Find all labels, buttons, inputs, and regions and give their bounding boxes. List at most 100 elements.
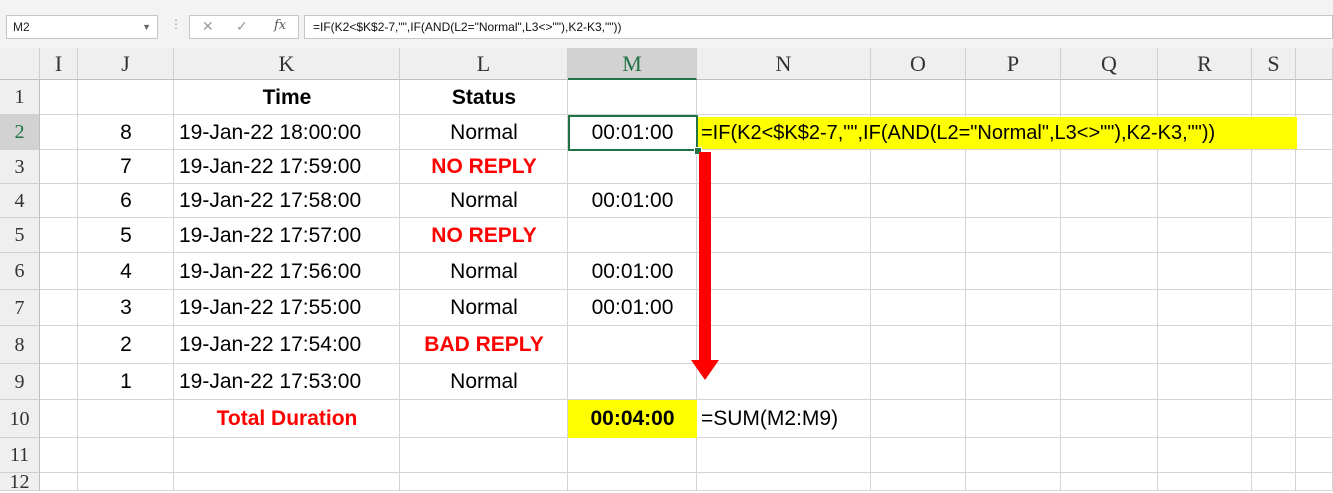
time-cell[interactable]: 19-Jan-22 17:57:00 xyxy=(174,218,400,253)
time-cell[interactable]: 19-Jan-22 17:54:00 xyxy=(174,326,400,364)
cell-o5[interactable] xyxy=(871,218,966,253)
column-header-r[interactable]: R xyxy=(1158,48,1252,80)
cell-r4[interactable] xyxy=(1158,184,1252,218)
column-header-q[interactable]: Q xyxy=(1061,48,1158,80)
cell-s8[interactable] xyxy=(1252,326,1296,364)
insert-function-icon[interactable]: fx xyxy=(274,18,286,33)
column-header-m[interactable]: M xyxy=(568,48,697,80)
cell-p4[interactable] xyxy=(966,184,1061,218)
cell-q8[interactable] xyxy=(1061,326,1158,364)
cell-p12[interactable] xyxy=(966,473,1061,491)
cell-o10[interactable] xyxy=(871,400,966,438)
row-header-6[interactable]: 6 xyxy=(0,253,40,290)
cell-r8[interactable] xyxy=(1158,326,1252,364)
row-header-10[interactable]: 10 xyxy=(0,400,40,438)
index-cell[interactable]: 4 xyxy=(78,253,174,290)
index-cell[interactable]: 5 xyxy=(78,218,174,253)
select-all-corner[interactable] xyxy=(0,48,40,80)
time-cell[interactable]: 19-Jan-22 17:55:00 xyxy=(174,290,400,326)
cell-n3[interactable] xyxy=(697,150,871,184)
cell-i3[interactable] xyxy=(40,150,78,184)
cell-r10[interactable] xyxy=(1158,400,1252,438)
duration-cell[interactable]: 00:01:00 xyxy=(568,253,697,290)
row-header-11[interactable]: 11 xyxy=(0,438,40,473)
row-header-1[interactable]: 1 xyxy=(0,80,40,115)
cell-s5[interactable] xyxy=(1252,218,1296,253)
cell-i10[interactable] xyxy=(40,400,78,438)
column-header-s[interactable]: S xyxy=(1252,48,1296,80)
cell-o8[interactable] xyxy=(871,326,966,364)
cell-o12[interactable] xyxy=(871,473,966,491)
status-header[interactable]: Status xyxy=(400,80,568,115)
cell-s11[interactable] xyxy=(1252,438,1296,473)
cell-r12[interactable] xyxy=(1158,473,1252,491)
cell-q9[interactable] xyxy=(1061,364,1158,400)
column-header-i[interactable]: I xyxy=(40,48,78,80)
index-cell[interactable]: 6 xyxy=(78,184,174,218)
row-header-2[interactable]: 2 xyxy=(0,115,40,150)
formula-input[interactable]: =IF(K2<$K$2-7,"",IF(AND(L2="Normal",L3<>… xyxy=(304,15,1333,39)
cell-s1[interactable] xyxy=(1252,80,1296,115)
cancel-icon[interactable]: ✕ xyxy=(202,18,214,35)
column-header-n[interactable]: N xyxy=(697,48,871,80)
cell-i12[interactable] xyxy=(40,473,78,491)
cell-l11[interactable] xyxy=(400,438,568,473)
cell-s4[interactable] xyxy=(1252,184,1296,218)
cell-o1[interactable] xyxy=(871,80,966,115)
column-header-k[interactable]: K xyxy=(174,48,400,80)
cell-r5[interactable] xyxy=(1158,218,1252,253)
status-cell[interactable]: Normal xyxy=(400,290,568,326)
cell-p5[interactable] xyxy=(966,218,1061,253)
index-cell[interactable]: 8 xyxy=(78,115,174,150)
cell-q6[interactable] xyxy=(1061,253,1158,290)
cell-i1[interactable] xyxy=(40,80,78,115)
cell-s7[interactable] xyxy=(1252,290,1296,326)
cell-n9[interactable] xyxy=(697,364,871,400)
cell-n7[interactable] xyxy=(697,290,871,326)
cell-p6[interactable] xyxy=(966,253,1061,290)
cell-s9[interactable] xyxy=(1252,364,1296,400)
status-cell[interactable]: BAD REPLY xyxy=(400,326,568,364)
enter-icon[interactable]: ✓ xyxy=(236,18,248,35)
duration-cell[interactable]: 00:01:00 xyxy=(568,184,697,218)
cell-i9[interactable] xyxy=(40,364,78,400)
cell-o4[interactable] xyxy=(871,184,966,218)
cell-p1[interactable] xyxy=(966,80,1061,115)
status-cell[interactable]: NO REPLY xyxy=(400,150,568,184)
duration-cell[interactable] xyxy=(568,364,697,400)
time-cell[interactable]: 19-Jan-22 17:58:00 xyxy=(174,184,400,218)
column-header-p[interactable]: P xyxy=(966,48,1061,80)
cell-q10[interactable] xyxy=(1061,400,1158,438)
cell-q12[interactable] xyxy=(1061,473,1158,491)
cell-n6[interactable] xyxy=(697,253,871,290)
cell-p8[interactable] xyxy=(966,326,1061,364)
cell-i6[interactable] xyxy=(40,253,78,290)
cell-o6[interactable] xyxy=(871,253,966,290)
cell-r7[interactable] xyxy=(1158,290,1252,326)
time-cell[interactable]: 19-Jan-22 17:59:00 xyxy=(174,150,400,184)
cell-n8[interactable] xyxy=(697,326,871,364)
cell-s6[interactable] xyxy=(1252,253,1296,290)
status-cell[interactable]: Normal xyxy=(400,115,568,150)
total-duration-label[interactable]: Total Duration xyxy=(174,400,400,438)
index-cell[interactable]: 3 xyxy=(78,290,174,326)
status-cell[interactable]: NO REPLY xyxy=(400,218,568,253)
cell-o3[interactable] xyxy=(871,150,966,184)
name-box[interactable]: M2 ▼ xyxy=(6,15,158,39)
cell-s10[interactable] xyxy=(1252,400,1296,438)
cell-o9[interactable] xyxy=(871,364,966,400)
cell-n5[interactable] xyxy=(697,218,871,253)
cell-n11[interactable] xyxy=(697,438,871,473)
cell-m12[interactable] xyxy=(568,473,697,491)
status-cell[interactable]: Normal xyxy=(400,184,568,218)
cell-s12[interactable] xyxy=(1252,473,1296,491)
cell-k11[interactable] xyxy=(174,438,400,473)
cell-q5[interactable] xyxy=(1061,218,1158,253)
index-cell[interactable]: 1 xyxy=(78,364,174,400)
cell-p9[interactable] xyxy=(966,364,1061,400)
time-cell[interactable]: 19-Jan-22 18:00:00 xyxy=(174,115,400,150)
column-header-o[interactable]: O xyxy=(871,48,966,80)
duration-cell[interactable] xyxy=(568,326,697,364)
duration-cell[interactable]: 00:01:00 xyxy=(568,290,697,326)
status-cell[interactable]: Normal xyxy=(400,364,568,400)
